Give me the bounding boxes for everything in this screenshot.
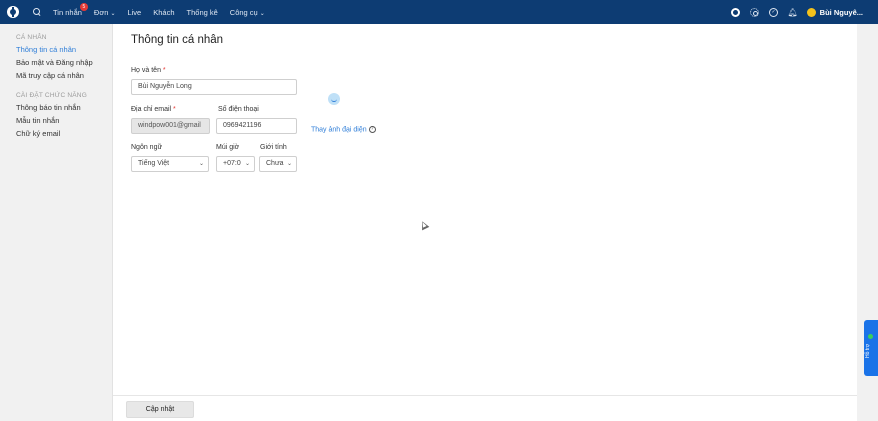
sidebar-item-personal-info[interactable]: Thông tin cá nhân xyxy=(16,45,76,54)
sidebar-section-personal: CÁ NHÂN xyxy=(16,34,47,41)
chevron-down-icon: ⌄ xyxy=(244,161,250,167)
chevron-down-icon: ⌄ xyxy=(259,10,265,17)
bell-icon[interactable]: 🔔︎ xyxy=(788,7,798,17)
chevron-down-icon: ⌄ xyxy=(198,161,204,167)
nav-orders[interactable]: Đơn ⌄ xyxy=(94,8,116,17)
email-field: windpow001@gmail xyxy=(131,118,210,134)
language-select-value: Tiếng Việt xyxy=(138,160,170,167)
required-mark: * xyxy=(173,106,176,113)
gender-label: Giới tính xyxy=(260,144,287,151)
nav-customers-label: Khách xyxy=(153,7,175,17)
required-mark: * xyxy=(162,67,166,74)
nav-live[interactable]: Live xyxy=(127,8,141,17)
messages-count-badge: 5 xyxy=(79,2,88,11)
main-nav: Tin nhắn 5 Đơn ⌄ Live Khách Thống kê Công… xyxy=(33,2,277,17)
nav-statistics-label: Thống kê xyxy=(186,7,218,17)
nav-live-label: Live xyxy=(127,7,142,17)
help-icon[interactable]: ? xyxy=(368,126,376,133)
timezone-select-value: +07:0 xyxy=(223,160,241,167)
user-avatar[interactable] xyxy=(806,7,816,17)
settings-gear-icon[interactable] xyxy=(750,7,760,17)
mouse-cursor-icon xyxy=(418,219,430,231)
check-circle-icon[interactable]: ✓ xyxy=(769,7,779,17)
nav-messages[interactable]: Tin nhắn 5 xyxy=(53,2,88,17)
sidebar-item-security-login[interactable]: Bảo mật và Đăng nhập xyxy=(16,58,93,67)
settings-sidebar: CÁ NHÂN Thông tin cá nhân Bảo mật và Đăn… xyxy=(0,24,112,421)
main-content: Thông tin cá nhân Họ và tên * Bùi Nguyễn… xyxy=(112,24,858,421)
timezone-label: Múi giờ xyxy=(216,144,240,151)
user-name[interactable]: Bùi Nguyê... xyxy=(820,8,863,17)
online-status-dot xyxy=(868,334,873,339)
nav-messages-label: Tin nhắn xyxy=(53,7,82,17)
nav-statistics[interactable]: Thống kê xyxy=(187,8,218,17)
status-ring-icon[interactable] xyxy=(731,7,741,17)
sidebar-section-settings: CÀI ĐẶT CHỨC NĂNG xyxy=(16,92,87,99)
change-avatar-link[interactable]: Thay ảnh đại diện? xyxy=(311,126,376,133)
nav-orders-label: Đơn xyxy=(93,7,109,17)
fullname-label: Họ và tên * xyxy=(131,67,166,74)
sidebar-item-message-notifications[interactable]: Thông báo tin nhắn xyxy=(16,103,81,112)
language-label: Ngôn ngữ xyxy=(131,144,163,151)
topbar-right-icons: ✓ 🔔︎ Bùi Nguyê... xyxy=(731,0,878,24)
fullname-label-text: Họ và tên xyxy=(131,67,161,74)
email-label-text: Địa chỉ email xyxy=(131,106,172,113)
avatar-placeholder-icon[interactable] xyxy=(328,93,340,105)
nav-tools[interactable]: Công cụ ⌄ xyxy=(230,8,265,17)
sidebar-item-message-templates[interactable]: Mẫu tin nhắn xyxy=(16,116,59,125)
update-button[interactable]: Cập nhật xyxy=(126,401,194,418)
chevron-down-icon: ⌄ xyxy=(110,10,116,17)
nav-customers[interactable]: Khách xyxy=(153,8,174,17)
sidebar-item-email-signature[interactable]: Chữ ký email xyxy=(16,129,60,138)
app-logo-icon[interactable] xyxy=(7,6,19,18)
gender-select-value: Chưa xyxy=(266,160,284,167)
fullname-input[interactable]: Bùi Nguyễn Long xyxy=(131,79,297,95)
change-avatar-label: Thay ảnh đại diện xyxy=(311,126,367,134)
gender-select[interactable]: Chưa ⌄ xyxy=(259,156,297,172)
support-label: Hỗ trợ xyxy=(865,343,871,358)
form-footer: Cập nhật xyxy=(113,395,858,421)
language-select[interactable]: Tiếng Việt ⌄ xyxy=(131,156,209,172)
nav-tools-label: Công cụ xyxy=(229,7,258,17)
sidebar-item-personal-access-code[interactable]: Mã truy cập cá nhân xyxy=(16,71,84,80)
search-icon[interactable] xyxy=(33,8,41,16)
phone-input[interactable]: 0969421196 xyxy=(216,118,297,134)
top-navigation-bar: Tin nhắn 5 Đơn ⌄ Live Khách Thống kê Công… xyxy=(0,0,878,24)
page-title: Thông tin cá nhân xyxy=(131,34,224,46)
phone-label: Số điện thoại xyxy=(218,106,259,113)
email-label: Địa chỉ email * xyxy=(131,106,176,113)
support-button[interactable]: Hỗ trợ xyxy=(864,320,878,376)
chevron-down-icon: ⌄ xyxy=(286,161,292,167)
timezone-select[interactable]: +07:0 ⌄ xyxy=(216,156,255,172)
